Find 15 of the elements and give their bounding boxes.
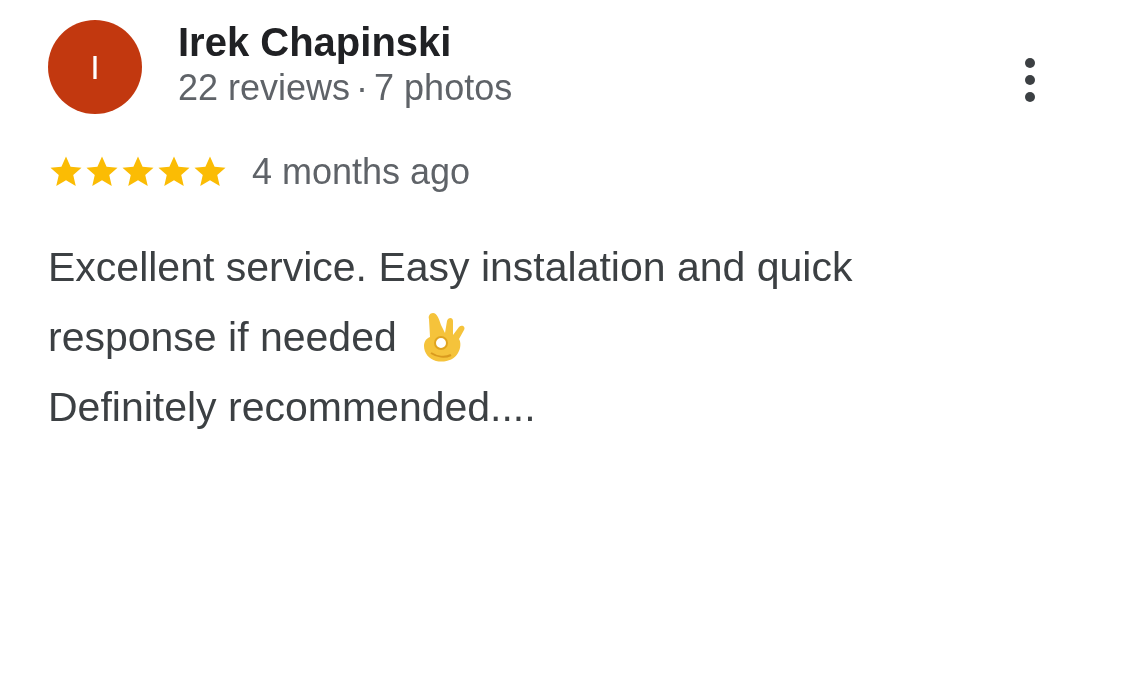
star-icon xyxy=(84,155,120,189)
review-text: response if needed xyxy=(48,313,397,362)
star-icon xyxy=(156,155,192,189)
star-icon xyxy=(48,155,84,189)
review-text: Definitely recommended.... xyxy=(48,383,537,432)
avatar: I xyxy=(48,20,142,114)
more-options-icon[interactable] xyxy=(1025,58,1035,102)
star-icon xyxy=(192,155,228,189)
star-icon xyxy=(120,155,156,189)
review-time: 4 months ago xyxy=(252,150,471,194)
photo-count: 7 photos xyxy=(374,66,513,110)
author-name[interactable]: Irek Chapinski xyxy=(178,20,1025,64)
review-text: Excellent service. Easy instalation and quick xyxy=(48,243,854,292)
separator: · xyxy=(356,66,369,110)
review-count: 22 reviews xyxy=(178,66,351,110)
